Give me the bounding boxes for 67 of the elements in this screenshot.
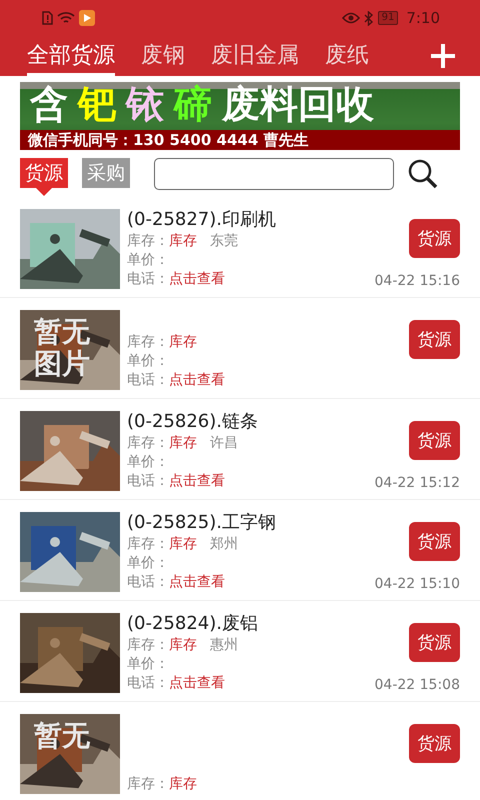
stock-value: 库存 — [169, 535, 197, 554]
wifi-icon — [57, 11, 75, 25]
stock-label: 库存： — [127, 434, 169, 453]
no-image-label: 暂无 图片 — [34, 316, 90, 380]
post-time: 04-22 15:12 — [374, 475, 460, 491]
stock-value: 库存 — [169, 333, 197, 352]
banner-contact: 微信手机同号：130 5400 4444 曹先生 — [20, 130, 460, 150]
search-icon[interactable] — [408, 159, 438, 189]
category-tab[interactable]: 废旧金属 — [211, 36, 299, 76]
filter-tab[interactable]: 货源 — [20, 158, 68, 188]
phone-label: 电话： — [127, 674, 169, 693]
listing-title[interactable]: (0-25824).废铝 — [127, 612, 368, 636]
battery-level: 91 — [378, 11, 398, 25]
app-notification-icon — [79, 10, 95, 26]
view-phone-link[interactable]: 点击查看 — [169, 270, 225, 289]
stock-value: 库存 — [169, 434, 197, 453]
sim-alert-icon — [42, 11, 53, 25]
listing-title[interactable]: (0-25825).工字钢 — [127, 511, 368, 535]
add-icon[interactable] — [430, 43, 456, 69]
search-field[interactable] — [154, 158, 394, 190]
location-text: 东莞 — [210, 232, 238, 251]
stock-value: 库存 — [169, 232, 197, 251]
view-phone-link[interactable]: 点击查看 — [169, 371, 225, 390]
phone-label: 电话： — [127, 472, 169, 491]
supply-button[interactable]: 货源 — [409, 219, 460, 258]
supply-button[interactable]: 货源 — [409, 320, 460, 359]
listing-title[interactable]: (0-25827).印刷机 — [127, 208, 368, 232]
filter-tab[interactable]: 采购 — [82, 158, 130, 188]
category-tab[interactable]: 废纸 — [325, 36, 369, 76]
category-tab[interactable]: 全部货源 — [27, 36, 115, 76]
clock-time: 7:10 — [406, 9, 440, 27]
price-label: 单价： — [127, 655, 169, 674]
price-label: 单价： — [127, 554, 169, 573]
phone-label: 电话： — [127, 371, 169, 390]
banner-headline: 含 钯 铱 碲 废料回收 — [30, 82, 374, 126]
ad-banner[interactable]: 含 钯 铱 碲 废料回收 微信手机同号：130 5400 4444 曹先生 — [20, 82, 460, 150]
price-label: 单价： — [127, 352, 169, 371]
phone-label: 电话： — [127, 270, 169, 289]
no-image-label: 暂无 — [34, 720, 90, 752]
eye-icon — [342, 12, 360, 24]
location-text: 郑州 — [210, 535, 238, 554]
location-text: 许昌 — [210, 434, 238, 453]
price-label: 单价： — [127, 453, 169, 472]
post-time: 04-22 15:08 — [374, 677, 460, 693]
category-tab[interactable]: 废钢 — [141, 36, 185, 76]
stock-label: 库存： — [127, 232, 169, 251]
post-time: 04-22 15:16 — [374, 273, 460, 289]
supply-button[interactable]: 货源 — [409, 724, 460, 763]
post-time: 04-22 15:10 — [374, 576, 460, 592]
stock-label: 库存： — [127, 636, 169, 655]
supply-button[interactable]: 货源 — [409, 623, 460, 662]
view-phone-link[interactable]: 点击查看 — [169, 573, 225, 592]
stock-value: 库存 — [169, 775, 197, 794]
stock-label: 库存： — [127, 333, 169, 352]
supply-button[interactable]: 货源 — [409, 421, 460, 460]
stock-label: 库存： — [127, 535, 169, 554]
phone-label: 电话： — [127, 573, 169, 592]
stock-label: 库存： — [127, 775, 169, 794]
listing-title[interactable]: (0-25826).链条 — [127, 410, 368, 434]
bluetooth-icon — [364, 10, 374, 26]
view-phone-link[interactable]: 点击查看 — [169, 472, 225, 491]
tab-pointer-icon — [36, 188, 52, 196]
supply-button[interactable]: 货源 — [409, 522, 460, 561]
view-phone-link[interactable]: 点击查看 — [169, 674, 225, 693]
location-text: 惠州 — [210, 636, 238, 655]
stock-value: 库存 — [169, 636, 197, 655]
price-label: 单价： — [127, 251, 169, 270]
